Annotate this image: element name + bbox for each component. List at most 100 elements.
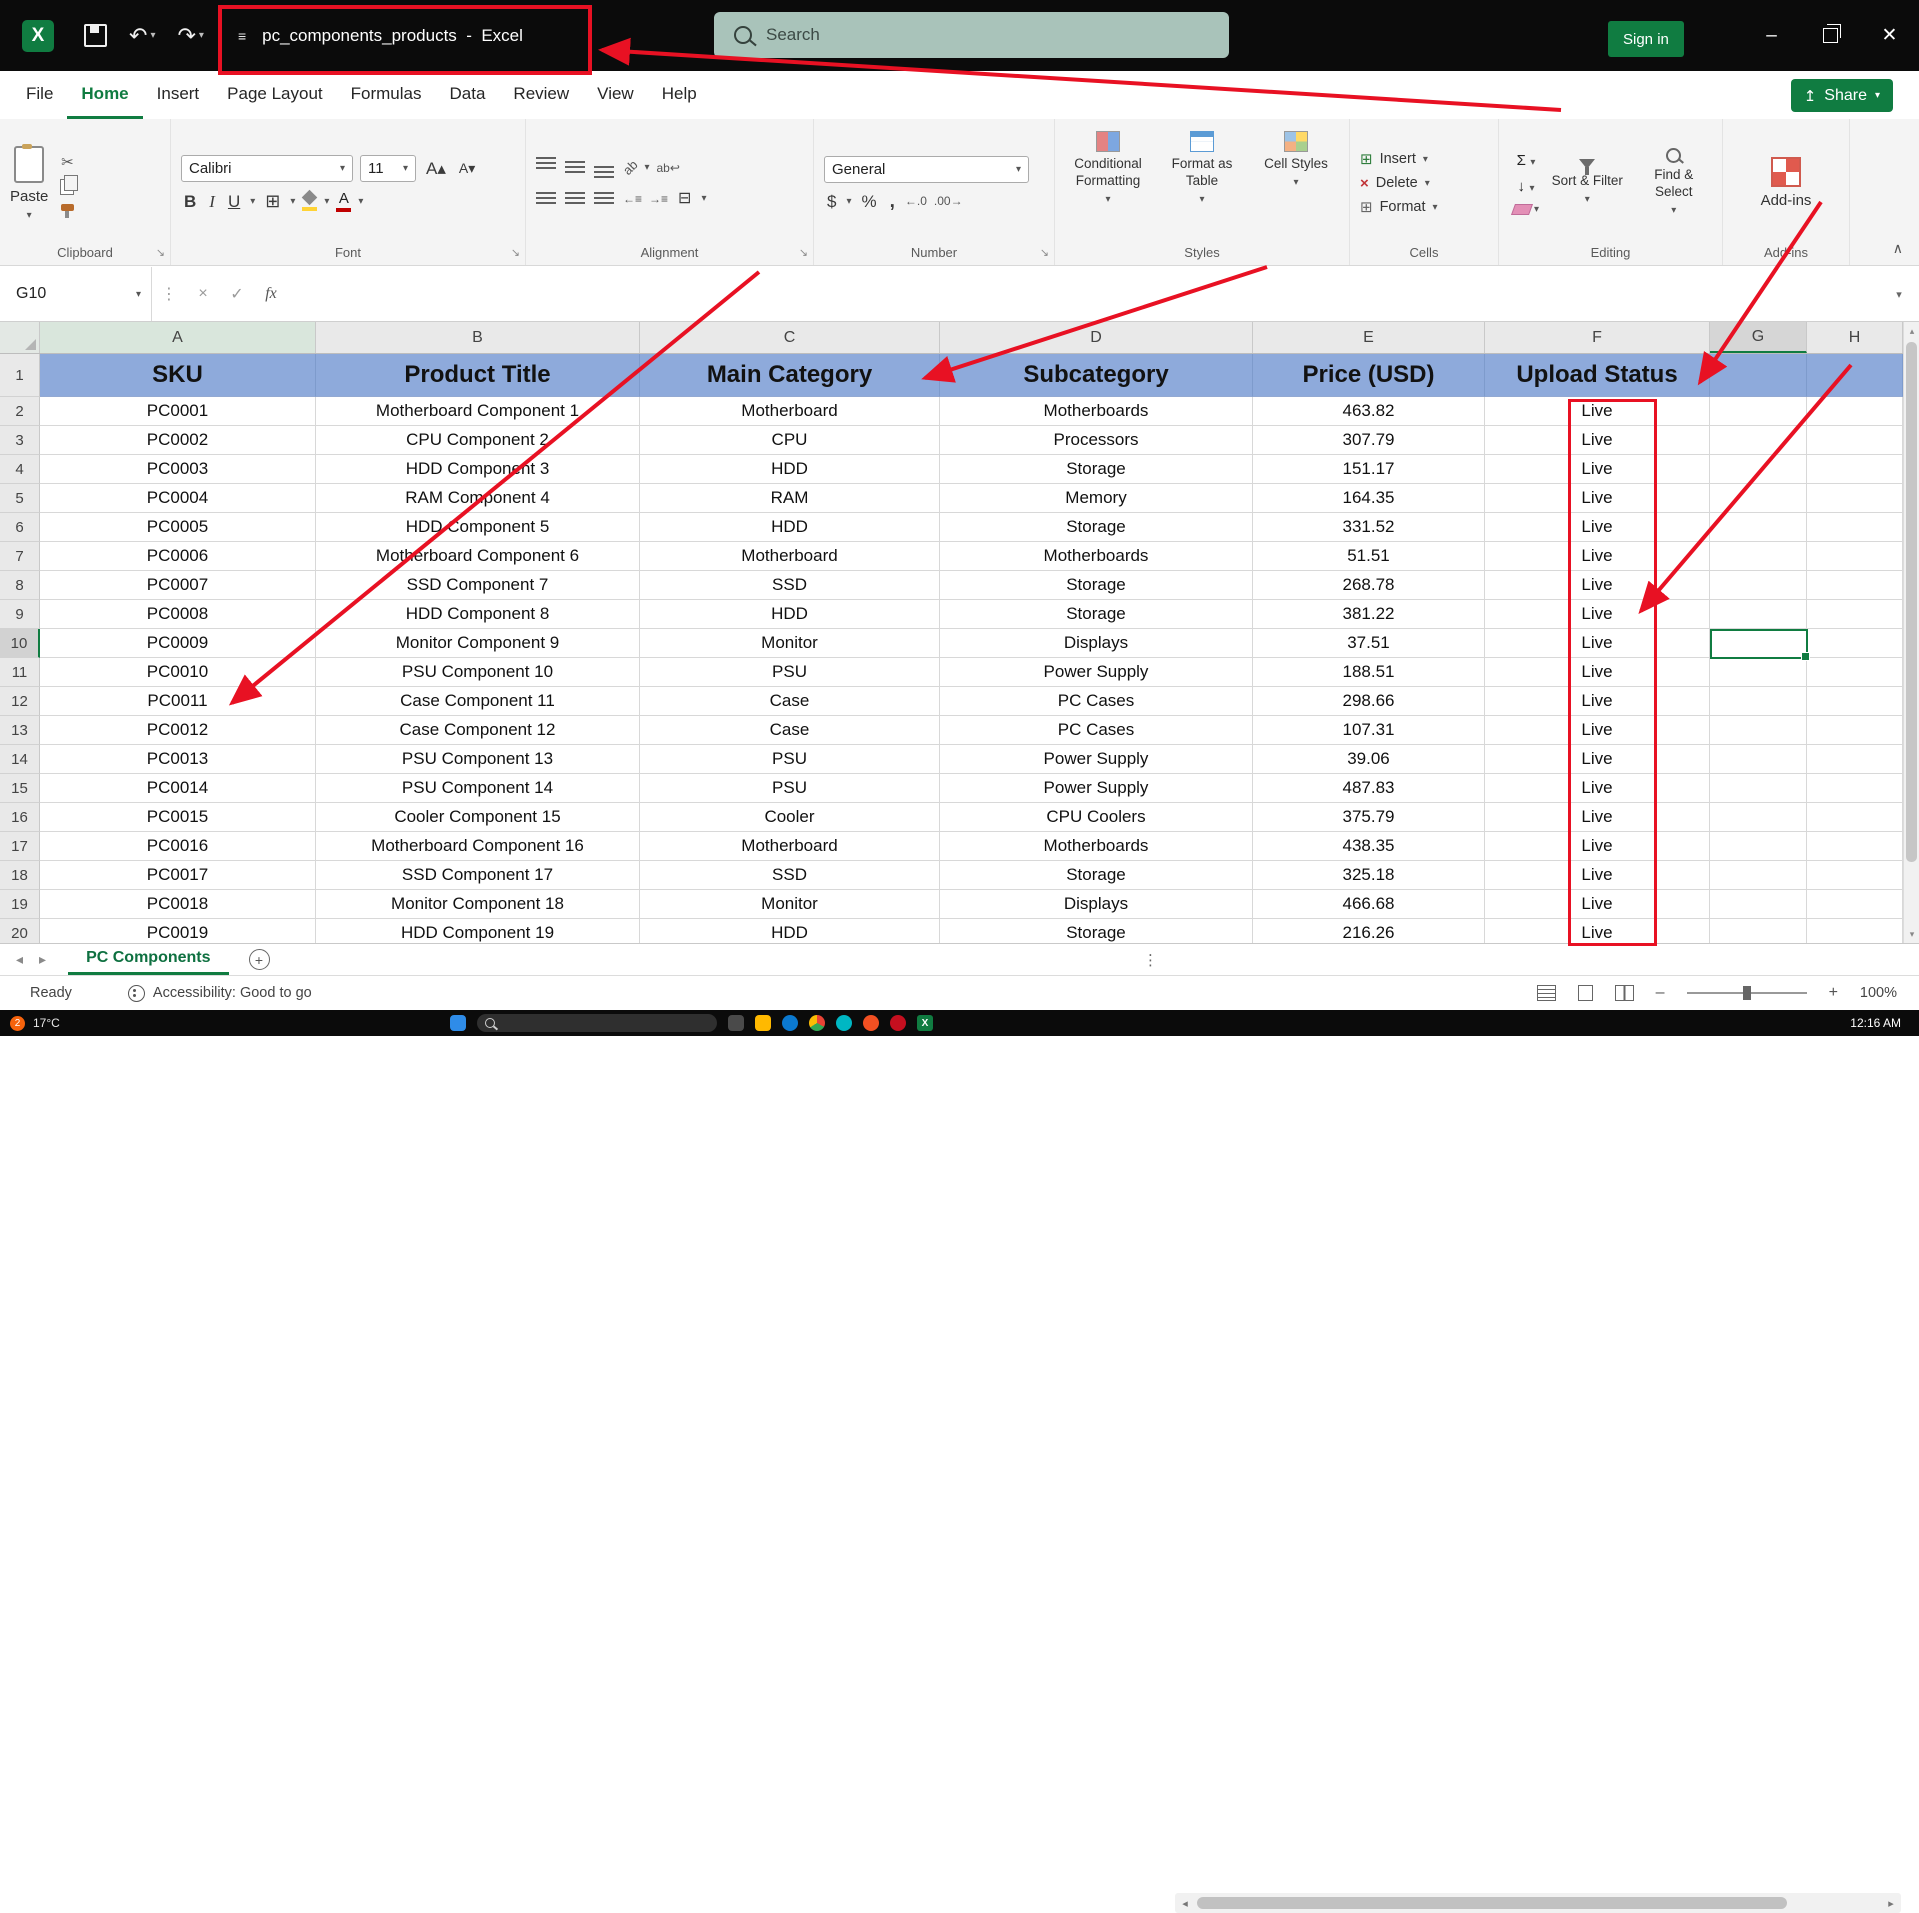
cell-price[interactable]: 325.18 bbox=[1253, 861, 1485, 890]
wrap-text-icon[interactable]: ab↩ bbox=[657, 161, 680, 175]
cell-empty[interactable] bbox=[1710, 455, 1807, 484]
cell-subcategory[interactable]: PC Cases bbox=[940, 716, 1253, 745]
cell-subcategory[interactable]: Power Supply bbox=[940, 658, 1253, 687]
cell-subcategory[interactable]: Storage bbox=[940, 600, 1253, 629]
header-cell-empty[interactable] bbox=[1807, 354, 1903, 397]
cell-empty[interactable] bbox=[1710, 484, 1807, 513]
search-input[interactable]: Search bbox=[714, 12, 1229, 58]
cell-price[interactable]: 164.35 bbox=[1253, 484, 1485, 513]
cell-empty[interactable] bbox=[1807, 513, 1903, 542]
column-header-b[interactable]: B bbox=[316, 322, 640, 353]
cell-styles-button[interactable]: Cell Styles ▾ bbox=[1253, 131, 1339, 189]
cell-empty[interactable] bbox=[1710, 716, 1807, 745]
formula-input[interactable] bbox=[288, 267, 1879, 321]
row-number[interactable]: 20 bbox=[0, 919, 40, 943]
cell-product-title[interactable]: SSD Component 7 bbox=[316, 571, 640, 600]
underline-caret-icon[interactable]: ▾ bbox=[250, 196, 255, 207]
minimize-button[interactable]: – bbox=[1742, 0, 1801, 71]
cell-empty[interactable] bbox=[1710, 803, 1807, 832]
app-icon[interactable] bbox=[836, 1015, 852, 1031]
zoom-out-icon[interactable]: – bbox=[1656, 984, 1665, 1002]
cell-main-category[interactable]: HDD bbox=[640, 600, 940, 629]
increase-font-size-button[interactable]: A▴ bbox=[423, 160, 449, 177]
cell-main-category[interactable]: PSU bbox=[640, 774, 940, 803]
edge-icon[interactable] bbox=[782, 1015, 798, 1031]
header-cell-main-category[interactable]: Main Category bbox=[640, 354, 940, 397]
close-button[interactable]: ✕ bbox=[1860, 0, 1919, 71]
zoom-level[interactable]: 100% bbox=[1860, 985, 1897, 1001]
autosum-button[interactable]: Σ ▾ bbox=[1517, 152, 1536, 170]
cell-product-title[interactable]: Case Component 12 bbox=[316, 716, 640, 745]
cell-empty[interactable] bbox=[1807, 397, 1903, 426]
sign-in-button[interactable]: Sign in bbox=[1608, 21, 1684, 57]
cell-price[interactable]: 331.52 bbox=[1253, 513, 1485, 542]
row-number[interactable]: 11 bbox=[0, 658, 40, 687]
row-number[interactable]: 19 bbox=[0, 890, 40, 919]
cell-upload-status[interactable]: Live bbox=[1485, 774, 1710, 803]
weather-widget[interactable]: 17°C bbox=[33, 1016, 60, 1030]
row-number[interactable]: 15 bbox=[0, 774, 40, 803]
cell-upload-status[interactable]: Live bbox=[1485, 745, 1710, 774]
cell-upload-status[interactable]: Live bbox=[1485, 658, 1710, 687]
borders-caret-icon[interactable]: ▾ bbox=[290, 196, 295, 207]
cell-product-title[interactable]: Monitor Component 18 bbox=[316, 890, 640, 919]
cell-empty[interactable] bbox=[1807, 774, 1903, 803]
cell-price[interactable]: 298.66 bbox=[1253, 687, 1485, 716]
cell-empty[interactable] bbox=[1710, 745, 1807, 774]
merge-center-icon[interactable]: ⊟ bbox=[675, 191, 694, 207]
name-box[interactable]: G10 ▾ bbox=[0, 267, 152, 321]
cell-sku[interactable]: PC0003 bbox=[40, 455, 316, 484]
cell-main-category[interactable]: Monitor bbox=[640, 629, 940, 658]
cell-main-category[interactable]: HDD bbox=[640, 513, 940, 542]
italic-button[interactable]: I bbox=[206, 193, 218, 210]
previous-sheet-icon[interactable]: ◂ bbox=[16, 951, 23, 968]
column-header-a[interactable]: A bbox=[40, 322, 316, 353]
start-icon[interactable] bbox=[450, 1015, 466, 1031]
cell-empty[interactable] bbox=[1807, 687, 1903, 716]
row-number[interactable]: 8 bbox=[0, 571, 40, 600]
header-cell-sku[interactable]: SKU bbox=[40, 354, 316, 397]
cell-main-category[interactable]: PSU bbox=[640, 658, 940, 687]
column-header-g[interactable]: G bbox=[1710, 322, 1807, 353]
horizontal-scrollbar[interactable]: ◂ ▸ bbox=[1175, 1893, 1901, 1913]
cell-sku[interactable]: PC0004 bbox=[40, 484, 316, 513]
align-top-icon[interactable] bbox=[536, 157, 558, 179]
undo-icon[interactable]: ↶ bbox=[129, 25, 147, 47]
cell-subcategory[interactable]: Storage bbox=[940, 571, 1253, 600]
cell-empty[interactable] bbox=[1807, 455, 1903, 484]
percent-format-button[interactable]: % bbox=[859, 193, 880, 210]
cell-product-title[interactable]: Motherboard Component 6 bbox=[316, 542, 640, 571]
row-number[interactable]: 9 bbox=[0, 600, 40, 629]
clipboard-dialog-launcher-icon[interactable]: ↘ bbox=[156, 246, 165, 259]
app-icon[interactable] bbox=[863, 1015, 879, 1031]
cell-empty[interactable] bbox=[1807, 861, 1903, 890]
formula-bar-drag-handle[interactable]: ⋮ bbox=[152, 267, 186, 321]
cell-empty[interactable] bbox=[1807, 542, 1903, 571]
cell-main-category[interactable]: PSU bbox=[640, 745, 940, 774]
cell-upload-status[interactable]: Live bbox=[1485, 513, 1710, 542]
cell-empty[interactable] bbox=[1710, 919, 1807, 943]
cell-empty[interactable] bbox=[1710, 571, 1807, 600]
tab-home[interactable]: Home bbox=[67, 84, 142, 119]
row-number[interactable]: 17 bbox=[0, 832, 40, 861]
undo-caret-icon[interactable]: ▾ bbox=[150, 30, 155, 41]
tab-insert[interactable]: Insert bbox=[143, 84, 214, 119]
notification-badge[interactable]: 2 bbox=[10, 1016, 25, 1031]
cell-price[interactable]: 268.78 bbox=[1253, 571, 1485, 600]
cell-empty[interactable] bbox=[1710, 658, 1807, 687]
row-number[interactable]: 2 bbox=[0, 397, 40, 426]
copy-icon[interactable] bbox=[60, 179, 74, 195]
cell-upload-status[interactable]: Live bbox=[1485, 600, 1710, 629]
insert-cells-button[interactable]: ⊞ Insert ▾ bbox=[1360, 151, 1428, 167]
cell-price[interactable]: 151.17 bbox=[1253, 455, 1485, 484]
cell-main-category[interactable]: Motherboard bbox=[640, 397, 940, 426]
cell-price[interactable]: 375.79 bbox=[1253, 803, 1485, 832]
new-sheet-icon[interactable]: + bbox=[249, 949, 270, 970]
cell-empty[interactable] bbox=[1807, 890, 1903, 919]
cell-subcategory[interactable]: Storage bbox=[940, 861, 1253, 890]
font-color-icon[interactable]: A bbox=[336, 191, 351, 212]
excel-taskbar-icon[interactable]: X bbox=[917, 1015, 933, 1031]
cell-sku[interactable]: PC0016 bbox=[40, 832, 316, 861]
conditional-formatting-button[interactable]: Conditional Formatting ▾ bbox=[1065, 131, 1151, 206]
cell-empty[interactable] bbox=[1807, 426, 1903, 455]
